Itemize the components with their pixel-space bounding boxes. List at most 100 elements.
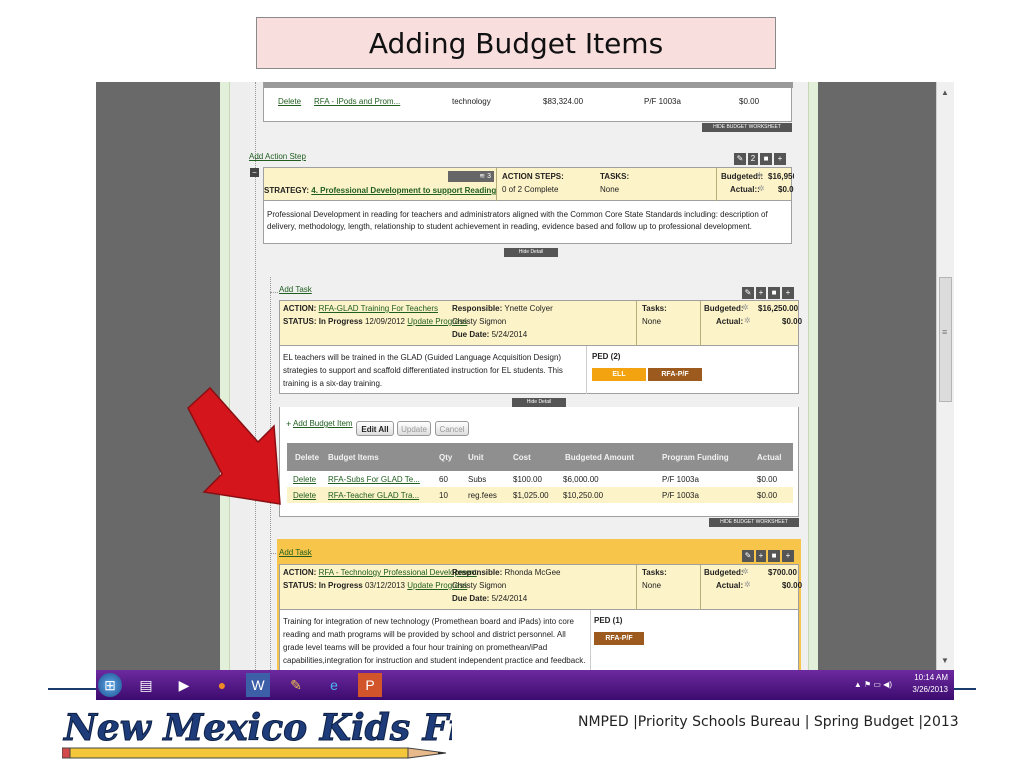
tasks-label: TASKS: — [600, 172, 630, 181]
media-player-icon[interactable]: ▶ — [172, 673, 196, 697]
ped-tag-rfa[interactable]: RFA-P/F — [594, 632, 644, 645]
row-unit: Subs — [468, 475, 487, 484]
actual-value: $0.00 — [778, 185, 794, 194]
add-task-link[interactable]: Add Task — [279, 548, 312, 557]
due-date-label: Due Date: — [452, 330, 490, 339]
tray-icons[interactable]: ▲ ⚑ ▭ ◀) — [854, 680, 892, 689]
clock[interactable]: 10:14 AM 3/26/2013 — [912, 672, 948, 696]
task1-header-panel: ACTION: RFA-GLAD Training For Teachers S… — [279, 300, 802, 347]
item-category: technology — [452, 97, 491, 106]
row-qty: 10 — [439, 491, 448, 500]
scroll-thumb[interactable] — [939, 277, 952, 402]
add-budget-item-link[interactable]: Add Budget Item — [293, 419, 353, 428]
delete-link[interactable]: Delete — [293, 475, 316, 484]
paint-icon[interactable]: ✎ — [284, 673, 308, 697]
task1-description-panel: EL teachers will be trained in the GLAD … — [279, 346, 799, 394]
add-icon[interactable]: + — [782, 287, 794, 299]
add-icon[interactable]: + — [756, 550, 766, 562]
slide-title: Adding Budget Items — [256, 17, 776, 69]
steps-count-badge: ≋ 3 — [448, 171, 494, 182]
table-row: Delete RFA-Teacher GLAD Tra... 10 reg.fe… — [287, 487, 793, 503]
gear-icon[interactable]: ✲ — [758, 184, 765, 193]
add-icon[interactable]: + — [774, 153, 786, 165]
powerpoint-icon[interactable]: P — [358, 673, 382, 697]
gear-icon[interactable]: ✲ — [742, 303, 749, 312]
start-orb-icon[interactable]: ⊞ — [98, 673, 122, 697]
tasks-label: Tasks: — [642, 568, 667, 577]
gear-icon[interactable]: ✲ — [744, 580, 751, 589]
scroll-up-arrow-icon[interactable]: ▲ — [941, 88, 949, 97]
strategy-link[interactable]: 4. Professional Development to support R… — [311, 186, 496, 195]
due-date-value: 5/24/2014 — [491, 330, 528, 339]
add-icon[interactable]: + — [756, 287, 766, 299]
row-program: P/F 1003a — [662, 475, 699, 484]
status-label: STATUS: — [283, 317, 317, 326]
word-icon[interactable]: W — [246, 673, 270, 697]
vertical-scrollbar[interactable]: ▲ ≡ ▼ — [936, 82, 954, 670]
row-budgeted: $10,250.00 — [563, 491, 604, 500]
add-icon[interactable]: + — [782, 550, 794, 562]
strategy-description-panel: Professional Development in reading for … — [263, 201, 792, 244]
internet-explorer-icon[interactable]: e — [322, 673, 346, 697]
stack-icon: ≋ — [479, 173, 488, 180]
budgeted-label: Budgeted: — [704, 304, 744, 313]
budget-item-link[interactable]: RFA - IPods and Prom... — [314, 97, 400, 106]
hide-budget-worksheet-tab[interactable]: HIDE BUDGET WORKSHEET — [709, 518, 799, 527]
budget-item-link[interactable]: RFA-Subs For GLAD Te... — [328, 475, 420, 484]
gear-icon[interactable]: ✲ — [744, 316, 751, 325]
strategy-label: STRATEGY: — [264, 186, 310, 195]
action-steps-value: 0 of 2 Complete — [502, 185, 559, 194]
pencil-icon[interactable]: ✎ — [742, 287, 754, 299]
comment-icon[interactable]: ■ — [768, 287, 780, 299]
delete-link[interactable]: Delete — [293, 491, 316, 500]
strategy-action-icons: ✎ 2 ■ + — [732, 153, 786, 165]
action-label: ACTION: — [283, 568, 317, 577]
tasks-label: Tasks: — [642, 304, 667, 313]
count-badge: 2 — [748, 153, 758, 165]
status-label: STATUS: — [283, 581, 317, 590]
actual-label: Actual: — [716, 581, 744, 590]
hide-budget-worksheet-tab[interactable]: HIDE BUDGET WORKSHEET — [702, 123, 792, 132]
pencil-icon[interactable]: ✎ — [734, 153, 746, 165]
edit-all-button[interactable]: Edit All — [356, 421, 394, 436]
col-budget-items: Budget Items — [328, 453, 379, 462]
collapse-toggle-icon[interactable]: − — [250, 168, 259, 177]
row-budgeted: $6,000.00 — [563, 475, 599, 484]
update-button[interactable]: Update — [397, 421, 431, 436]
gear-icon[interactable]: ✲ — [756, 171, 763, 180]
red-arrow-annotation — [187, 386, 281, 505]
status-value: In Progress — [318, 581, 363, 590]
cancel-button[interactable]: Cancel — [435, 421, 469, 436]
scroll-down-arrow-icon[interactable]: ▼ — [941, 656, 949, 665]
file-explorer-icon[interactable]: ▤ — [134, 673, 158, 697]
budget-item-link[interactable]: RFA-Teacher GLAD Tra... — [328, 491, 419, 500]
actual-label: Actual: — [716, 317, 744, 326]
task2-header-panel: ACTION: RFA - Technology Professional De… — [279, 564, 802, 611]
col-budgeted-amount: Budgeted Amount — [565, 453, 635, 462]
item-cost: $83,324.00 — [543, 97, 584, 106]
col-delete: Delete — [295, 453, 320, 462]
hide-detail-tab[interactable]: Hide Detail — [504, 248, 558, 257]
action-label: ACTION: — [283, 304, 317, 313]
hide-detail-tab[interactable]: Hide Detail — [512, 398, 566, 407]
add-task-link[interactable]: Add Task — [279, 285, 312, 294]
firefox-icon[interactable]: ● — [210, 673, 234, 697]
slide-footer: NMPED |Priority Schools Bureau | Spring … — [578, 714, 959, 730]
action-link[interactable]: RFA-GLAD Training For Teachers — [319, 304, 438, 313]
comment-icon[interactable]: ■ — [760, 153, 772, 165]
clock-time: 10:14 AM — [914, 673, 948, 682]
pencil-icon[interactable]: ✎ — [742, 550, 754, 562]
left-stripe — [220, 82, 230, 670]
col-unit: Unit — [468, 453, 484, 462]
delete-link[interactable]: Delete — [278, 97, 301, 106]
steps-count: 3 — [487, 173, 491, 180]
ped-tag-ell[interactable]: ELL — [592, 368, 646, 381]
comment-icon[interactable]: ■ — [768, 550, 780, 562]
responsible-name: Ynette Colyer — [504, 304, 553, 313]
strategy-header-panel: ≋ 3 STRATEGY: 4. Professional Developmen… — [263, 167, 794, 202]
col-cost: Cost — [513, 453, 531, 462]
ped-tag-rfa[interactable]: RFA-P/F — [648, 368, 702, 381]
add-action-step-link[interactable]: Add Action Step — [249, 152, 306, 161]
status-date: 03/12/2013 — [364, 581, 406, 590]
gear-icon[interactable]: ✲ — [742, 567, 749, 576]
